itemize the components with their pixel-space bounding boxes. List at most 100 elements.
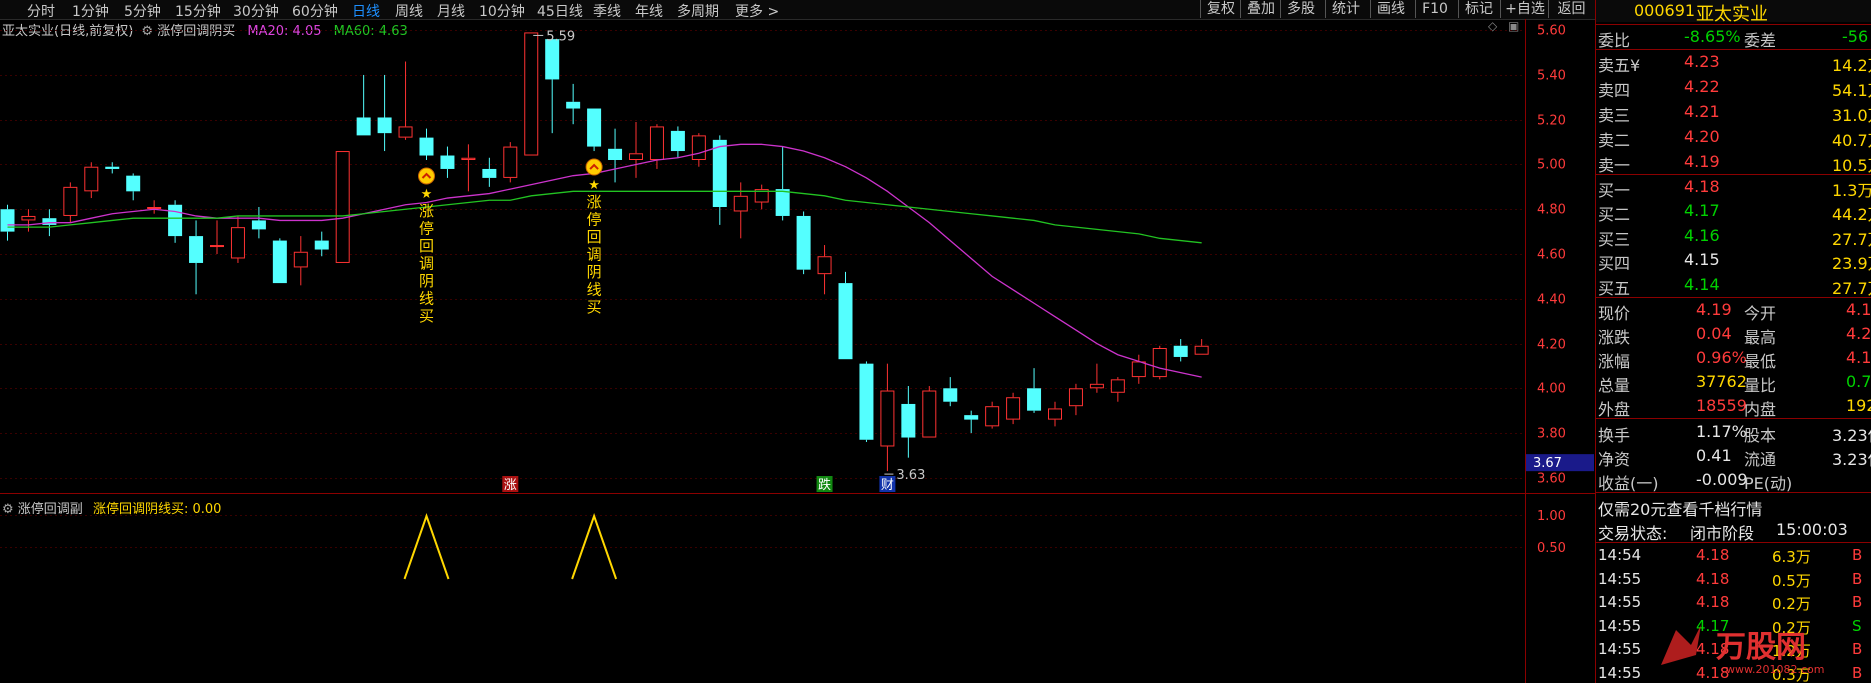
quote-row: 总量 37762 量比 0.7 xyxy=(1596,370,1871,395)
quote-row: 涨跌 0.04 最高 4.2 xyxy=(1596,322,1871,347)
period-tab[interactable]: 5分钟 xyxy=(124,1,161,21)
fund-row: 换手 1.17%股本 3.23亿 xyxy=(1596,420,1871,445)
candle xyxy=(985,406,1000,427)
candle xyxy=(775,189,790,216)
quote-value: 0.96% xyxy=(1696,348,1747,367)
toolbar-button[interactable]: 多股 xyxy=(1280,0,1321,18)
fund-value: 0.41 xyxy=(1696,446,1732,465)
candle xyxy=(1068,388,1083,407)
ask-label: 卖二 xyxy=(1598,131,1631,150)
period-tab[interactable]: 季线 xyxy=(593,1,621,21)
period-tab[interactable]: 10分钟 xyxy=(479,1,525,21)
fund-label: 换手 xyxy=(1598,426,1631,445)
watermark-text: 万股网 xyxy=(1716,630,1806,665)
period-tab[interactable]: 周线 xyxy=(395,1,423,21)
candle xyxy=(189,236,204,263)
signal-text: 调 xyxy=(419,255,434,273)
period-tab[interactable]: 日线 xyxy=(352,1,380,21)
bid-volume: 27.7万 xyxy=(1832,278,1871,298)
toolbar-button[interactable]: +自选 xyxy=(1500,0,1549,18)
promo-row[interactable]: 仅需20元查看千档行情 xyxy=(1596,494,1871,520)
candle xyxy=(63,186,78,216)
period-tab[interactable]: 30分钟 xyxy=(233,1,279,21)
tick-row: 14:55 4.18 0.5万 B xyxy=(1596,568,1871,592)
period-tab[interactable]: 1分钟 xyxy=(72,1,109,21)
price-tick: 4.60 xyxy=(1537,248,1566,263)
quote-row: 外盘 18559内盘 1920 xyxy=(1596,394,1871,419)
fund-value: 3.23亿 xyxy=(1832,450,1871,469)
toolbar-button[interactable]: 统计 xyxy=(1325,0,1366,18)
period-tab[interactable]: 更多 > xyxy=(735,1,779,21)
candle xyxy=(712,139,727,207)
kline-svg: 5.60 5.40 5.20 5.00 4.80 4.60 4.40 4.20 4.00 3.80… xyxy=(0,19,1595,683)
event-label: 涨 xyxy=(504,478,517,493)
fund-label: 流通 xyxy=(1744,450,1777,469)
signal-text: 回 xyxy=(587,228,602,246)
bid-price: 4.17 xyxy=(1684,201,1720,221)
quote-label: 量比 xyxy=(1744,376,1777,395)
candle xyxy=(1194,345,1209,355)
fund-label: 净资 xyxy=(1598,450,1631,469)
ask-label: 卖三 xyxy=(1598,106,1631,125)
tick-volume: 0.5万 xyxy=(1772,571,1811,590)
signal-text: 线 xyxy=(419,290,434,308)
period-tab[interactable]: 年线 xyxy=(635,1,663,21)
tick-time: 14:55 xyxy=(1598,640,1642,658)
fund-value: -0.009 xyxy=(1696,470,1748,489)
stock-header: 000691 亚太实业 xyxy=(1596,0,1871,25)
candle xyxy=(922,390,937,438)
tick-side: B xyxy=(1852,569,1863,588)
toolbar-button[interactable]: 标记 xyxy=(1458,0,1499,18)
period-tab[interactable]: 月线 xyxy=(437,1,465,21)
quote-value: 37762 xyxy=(1696,372,1747,391)
current-price-label: 3.67 xyxy=(1533,456,1562,471)
period-tab[interactable]: 45日线 xyxy=(537,1,583,21)
signal-text: 阴 xyxy=(587,263,602,281)
period-tab[interactable]: 60分钟 xyxy=(292,1,338,21)
bid-volume: 23.9万 xyxy=(1832,254,1871,274)
ask-price: 4.19 xyxy=(1684,152,1720,171)
bid-row: 买四 4.15 23.9万 xyxy=(1596,248,1871,274)
period-tab[interactable]: 15分钟 xyxy=(175,1,221,21)
ask-price: 4.21 xyxy=(1684,102,1720,121)
ask-price: 4.22 xyxy=(1684,77,1720,96)
signal-text: 阴 xyxy=(419,272,434,290)
toolbar-button[interactable]: 返回 xyxy=(1548,0,1594,18)
toolbar-button[interactable]: 画线 xyxy=(1370,0,1411,18)
signal-icon xyxy=(418,167,435,185)
kline-chart[interactable]: 亚太实业(日线,前复权) ⚙ 涨停回调阴买 MA20: 4.05 MA60: 4… xyxy=(0,19,1595,683)
sub-peak-line xyxy=(571,512,618,580)
fund-row: 收益(一) -0.009 PE(动) xyxy=(1596,468,1871,493)
toolbar-button[interactable]: 复权 xyxy=(1200,0,1241,18)
period-tab[interactable]: 多周期 xyxy=(677,1,719,21)
bid-price: 4.15 xyxy=(1684,250,1720,270)
price-tick: 5.20 xyxy=(1537,114,1566,129)
ask-volume: 31.0万 xyxy=(1832,106,1871,125)
event-label: 财 xyxy=(881,478,894,493)
fund-value: 1.17% xyxy=(1696,422,1747,441)
candle xyxy=(733,195,748,212)
candle xyxy=(503,146,518,178)
candle xyxy=(293,251,308,268)
toolbar-button[interactable]: 叠加 xyxy=(1240,0,1281,18)
candle xyxy=(21,215,36,221)
low-label: 3.63 xyxy=(896,468,925,483)
candle xyxy=(1048,408,1062,420)
ask-price: 4.20 xyxy=(1684,127,1720,146)
tick-price: 4.18 xyxy=(1696,546,1730,564)
price-tick: 5.40 xyxy=(1537,69,1566,84)
candle xyxy=(482,168,497,178)
price-tick: 5.00 xyxy=(1537,158,1566,173)
candle xyxy=(105,166,120,169)
toolbar-button[interactable]: F10 xyxy=(1415,0,1454,18)
event-label: 跌 xyxy=(818,477,831,493)
watermark-url: www.201082.com xyxy=(1726,663,1824,675)
ma20-line xyxy=(7,143,1202,378)
candle xyxy=(42,218,57,225)
candle xyxy=(587,108,602,147)
period-tab[interactable]: 分时 xyxy=(27,1,55,21)
promo-text[interactable]: 仅需20元查看千档行情 xyxy=(1598,496,1762,520)
signal-star: ★ xyxy=(588,178,600,193)
candle xyxy=(230,227,245,259)
candle xyxy=(356,117,371,136)
